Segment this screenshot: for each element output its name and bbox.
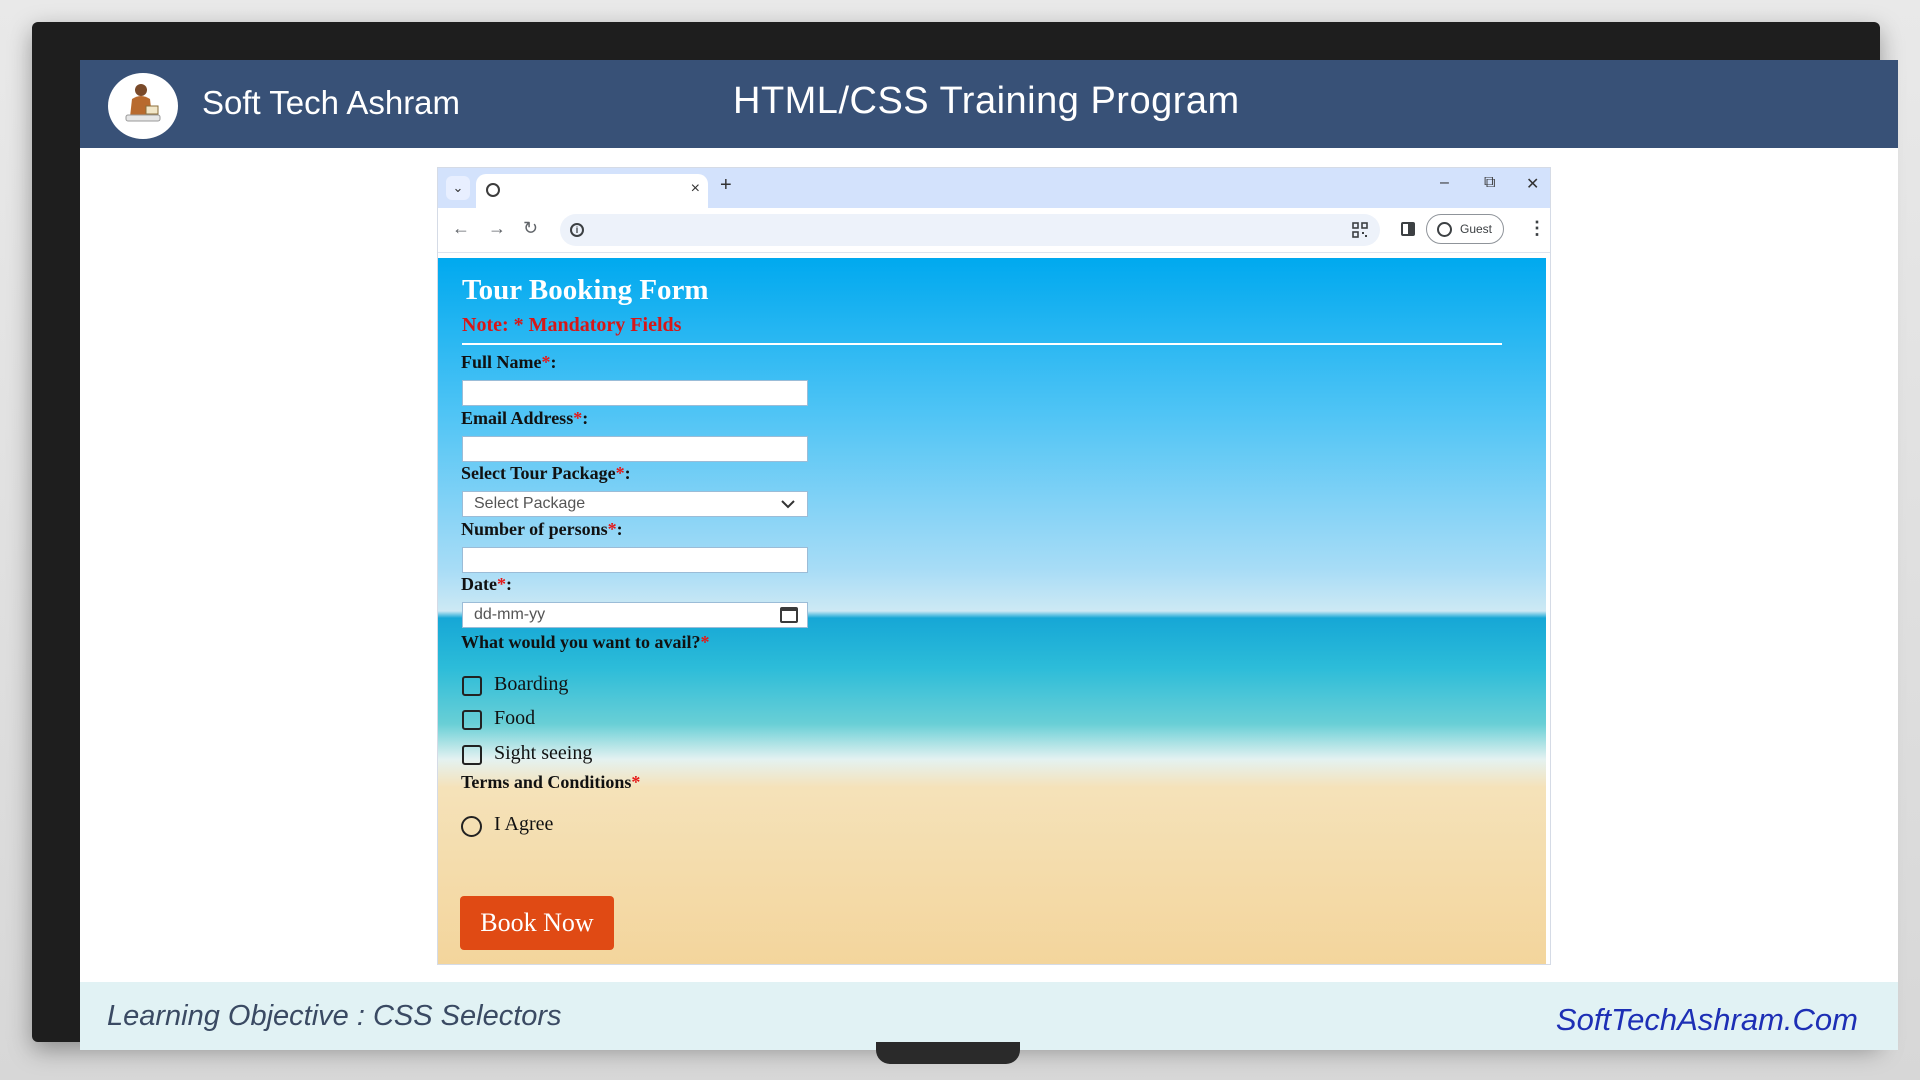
tab-strip: ⌄ × + – ⧉ ✕ — [438, 168, 1550, 208]
tv-frame: Soft Tech Ashram HTML/CSS Training Progr… — [32, 22, 1898, 1050]
browser-toolbar: ← → ↻ i Guest ⋮ — [438, 208, 1550, 253]
persons-input[interactable] — [462, 547, 808, 573]
account-icon — [1437, 222, 1452, 237]
browser-tab[interactable]: × — [476, 174, 708, 208]
program-title: HTML/CSS Training Program — [733, 80, 1240, 122]
food-checkbox[interactable] — [462, 710, 482, 730]
persons-label: Number of persons*: — [461, 519, 623, 539]
restore-button[interactable]: ⧉ — [1484, 174, 1495, 192]
full-name-label: Full Name*: — [461, 352, 557, 372]
slide-footer: Learning Objective : CSS Selectors SoftT… — [80, 982, 1898, 1050]
form-title: Tour Booking Form — [462, 274, 709, 306]
agree-label: I Agree — [494, 813, 554, 835]
package-placeholder: Select Package — [474, 495, 586, 512]
sightseeing-option-label: Sight seeing — [494, 742, 593, 764]
close-window-button[interactable]: ✕ — [1526, 174, 1539, 194]
forward-button[interactable]: → — [488, 218, 506, 239]
slide-screen: Soft Tech Ashram HTML/CSS Training Progr… — [80, 60, 1898, 1050]
brand-name: Soft Tech Ashram — [202, 84, 461, 121]
back-button[interactable]: ← — [452, 218, 470, 239]
calendar-icon[interactable] — [780, 607, 798, 623]
side-panel-icon[interactable] — [1401, 222, 1415, 236]
page-viewport: Tour Booking Form Note: * Mandatory Fiel… — [438, 258, 1546, 964]
minimize-button[interactable]: – — [1440, 174, 1449, 192]
full-name-input[interactable] — [462, 380, 808, 406]
globe-icon — [486, 183, 500, 197]
date-label: Date*: — [461, 574, 512, 594]
boarding-option-label: Boarding — [494, 673, 569, 695]
book-now-button[interactable]: Book Now — [460, 896, 614, 950]
food-option-label: Food — [494, 707, 536, 729]
terms-label: Terms and Conditions* — [461, 772, 641, 792]
agree-radio[interactable] — [461, 816, 482, 837]
package-select[interactable]: Select Package — [462, 491, 808, 517]
chevron-down-icon — [781, 500, 795, 509]
new-tab-button[interactable]: + — [720, 174, 732, 197]
slide-header: Soft Tech Ashram HTML/CSS Training Progr… — [80, 60, 1898, 148]
qr-code-icon[interactable] — [1352, 222, 1368, 238]
sightseeing-checkbox[interactable] — [462, 745, 482, 765]
boarding-checkbox[interactable] — [462, 676, 482, 696]
tab-close-button[interactable]: × — [691, 180, 700, 198]
browser-menu-button[interactable]: ⋮ — [1528, 218, 1546, 239]
date-input[interactable]: dd-mm-yy — [462, 602, 808, 628]
package-label: Select Tour Package*: — [461, 463, 631, 483]
title-divider — [462, 343, 1502, 345]
browser-window: ⌄ × + – ⧉ ✕ ← → ↻ i Guest ⋮ Tour Booking… — [438, 168, 1550, 964]
tab-search-dropdown[interactable]: ⌄ — [446, 176, 470, 200]
avail-label: What would you want to avail?* — [461, 632, 710, 652]
site-link[interactable]: SoftTechAshram.Com — [1556, 1002, 1858, 1038]
email-input[interactable] — [462, 436, 808, 462]
reload-button[interactable]: ↻ — [523, 218, 538, 239]
address-bar[interactable]: i — [560, 214, 1380, 246]
guest-label: Guest — [1460, 222, 1493, 236]
info-icon[interactable]: i — [570, 223, 584, 237]
date-placeholder: dd-mm-yy — [474, 606, 546, 623]
guest-profile-button[interactable]: Guest — [1426, 214, 1504, 244]
tv-stand — [876, 1042, 1020, 1064]
mandatory-note: Note: * Mandatory Fields — [462, 314, 682, 336]
email-label: Email Address*: — [461, 408, 589, 428]
learning-objective: Learning Objective : CSS Selectors — [107, 1000, 562, 1032]
logo — [108, 73, 178, 139]
